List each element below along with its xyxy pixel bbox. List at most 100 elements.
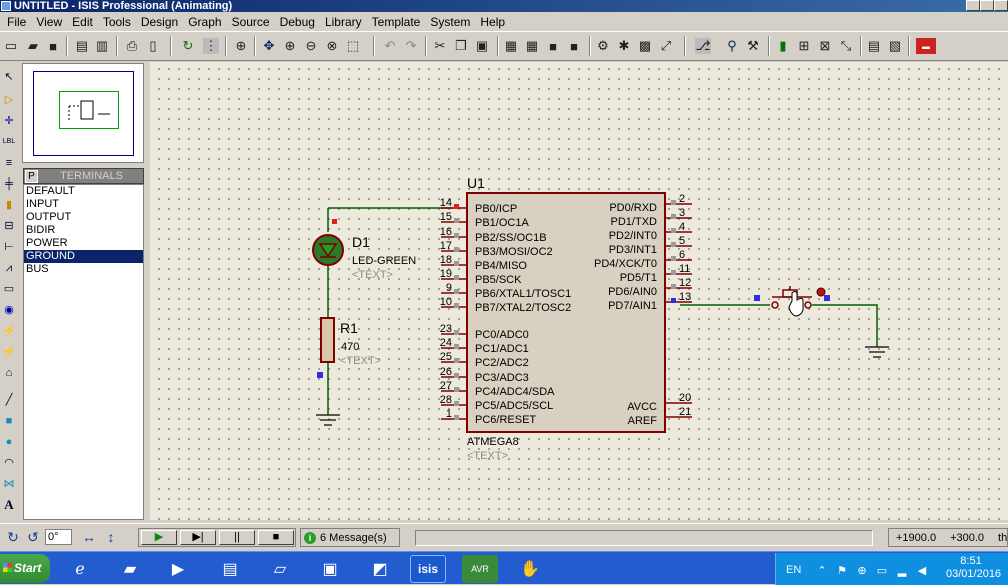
menu-design[interactable]: Design [136,15,183,29]
text-icon[interactable]: A [1,498,17,512]
zoom-all-icon[interactable]: ⊗ [324,38,340,54]
menu-debug[interactable]: Debug [275,15,320,29]
internet-explorer-icon[interactable]: ℯ [62,555,98,583]
open-folder-icon[interactable]: ▰ [25,38,41,54]
tape-recorder-icon[interactable]: ▭ [1,282,17,296]
led-part-label[interactable]: LED-GREEN [352,255,416,267]
property-tool-icon[interactable]: ⚒ [745,38,761,54]
search-icon[interactable]: ⚲ [724,38,740,54]
close-button[interactable] [994,0,1008,11]
resistor-text-placeholder[interactable]: <TEXT> [340,355,381,367]
export-icon[interactable]: ▥ [94,38,110,54]
ares-icon[interactable]: ▬ [916,38,936,54]
virtual-instrument-icon[interactable]: ⌂ [1,366,17,380]
tray-flag-icon[interactable]: ⚑ [836,565,848,577]
line-icon[interactable]: ╱ [1,393,17,407]
avr-icon[interactable]: AVR [462,555,498,583]
copy-icon[interactable]: ❐ [453,38,469,54]
led-text-placeholder[interactable]: <TEXT> [352,269,393,281]
zoom-child-icon[interactable]: ⤡ [838,38,854,54]
terminal-item-ground[interactable]: GROUND [24,250,143,263]
wire-autorouter-icon[interactable]: ⎇ [695,38,711,54]
folder-icon[interactable]: ▱ [262,555,298,583]
undo-icon[interactable]: ↶ [382,38,398,54]
grid-icon[interactable]: ⋮ [203,38,219,54]
language-indicator[interactable]: EN [786,564,801,576]
pan-icon[interactable]: ✥ [261,38,277,54]
import-icon[interactable]: ▤ [74,38,90,54]
block-rotate-icon[interactable]: ■ [545,38,561,54]
stop-button[interactable]: ■ [258,530,294,545]
cmd-icon[interactable]: ▣ [312,555,348,583]
menu-file[interactable]: File [2,15,31,29]
pick-device-icon[interactable]: ⚙ [595,38,611,54]
schematic-canvas[interactable]: D1 LED-GREEN <TEXT> R1 470 <TEXT> U1 14 P… [150,62,1008,520]
terminal-item-power[interactable]: POWER [24,237,143,250]
tray-volume-icon[interactable]: ◀ [916,565,928,577]
menu-template[interactable]: Template [367,15,426,29]
resistor-r1[interactable] [320,317,335,363]
circle-icon[interactable]: ● [1,435,17,449]
overview-window[interactable] [22,63,144,163]
block-copy-icon[interactable]: ▦ [503,38,519,54]
ground-symbol-right[interactable] [865,346,889,358]
led-ref-label[interactable]: D1 [352,234,370,250]
terminals-mode-icon[interactable]: ⊟ [1,219,17,233]
print-icon[interactable]: ⎙ [124,38,140,54]
button-latch-indicator[interactable] [816,287,826,297]
resistor-value-label[interactable]: 470 [341,341,359,353]
eraser-icon[interactable]: ◩ [362,555,398,583]
current-probe-icon[interactable]: ⚡ [1,345,17,359]
terminal-item-default[interactable]: DEFAULT [24,185,143,198]
junction-dot-icon[interactable]: ✛ [1,114,17,128]
zoom-area-icon[interactable]: ⬚ [345,38,361,54]
resistor-ref-label[interactable]: R1 [340,320,358,336]
rotate-clockwise-icon[interactable]: ↻ [4,528,22,546]
clock[interactable]: 8:51 03/01/2016 [946,555,1001,581]
new-sheet-icon[interactable]: ▮ [775,38,791,54]
bus-mode-icon[interactable]: ╪ [1,177,17,191]
isis-icon[interactable]: isis [410,555,446,583]
generator-icon[interactable]: ◉ [1,303,17,317]
chip-part-label[interactable]: ATMEGA8 [467,436,519,448]
menu-system[interactable]: System [425,15,475,29]
chip-text-placeholder[interactable]: <TEXT> [467,450,508,462]
new-file-icon[interactable]: ▭ [3,38,19,54]
tray-network-icon[interactable]: ⊕ [856,565,868,577]
zoom-out-icon[interactable]: ⊖ [303,38,319,54]
rotation-angle-field[interactable]: 0° [45,529,72,545]
text-script-icon[interactable]: ≡ [1,156,17,170]
pause-button[interactable]: || [219,530,255,545]
led-d1[interactable] [312,234,344,266]
terminal-item-bus[interactable]: BUS [24,263,143,276]
box-icon[interactable]: ■ [1,414,17,428]
decompose-icon[interactable]: ⤢ [658,38,674,54]
mirror-vertical-icon[interactable]: ↕ [102,528,120,546]
packaging-tool-icon[interactable]: ▩ [637,38,653,54]
subcircuit-icon[interactable]: ▮ [1,198,17,212]
step-button[interactable]: ▶| [180,530,216,545]
terminal-item-output[interactable]: OUTPUT [24,211,143,224]
maximize-button[interactable] [980,0,994,11]
device-pin-icon[interactable]: ⊢ [1,240,17,254]
exit-sheet-icon[interactable]: ⊠ [817,38,833,54]
chip-ref-label[interactable]: U1 [467,175,485,191]
file-explorer-icon[interactable]: ▰ [112,555,148,583]
tray-battery-icon[interactable]: ▭ [876,565,888,577]
paste-icon[interactable]: ▣ [474,38,490,54]
selection-mode-icon[interactable]: ↖ [1,70,17,84]
block-delete-icon[interactable]: ■ [566,38,582,54]
make-device-icon[interactable]: ✱ [616,38,632,54]
zoom-in-icon[interactable]: ⊕ [282,38,298,54]
menu-view[interactable]: View [31,15,67,29]
arc-icon[interactable]: ◠ [1,456,17,470]
menu-source[interactable]: Source [227,15,275,29]
media-player-icon[interactable]: ▶ [160,555,196,583]
terminal-item-input[interactable]: INPUT [24,198,143,211]
menu-graph[interactable]: Graph [183,15,226,29]
block-move-icon[interactable]: ▦ [524,38,540,54]
menu-edit[interactable]: Edit [67,15,98,29]
app-hand-icon[interactable]: ✋ [512,555,548,583]
wire-button-ground[interactable] [812,304,878,347]
save-icon[interactable]: ■ [45,38,61,54]
